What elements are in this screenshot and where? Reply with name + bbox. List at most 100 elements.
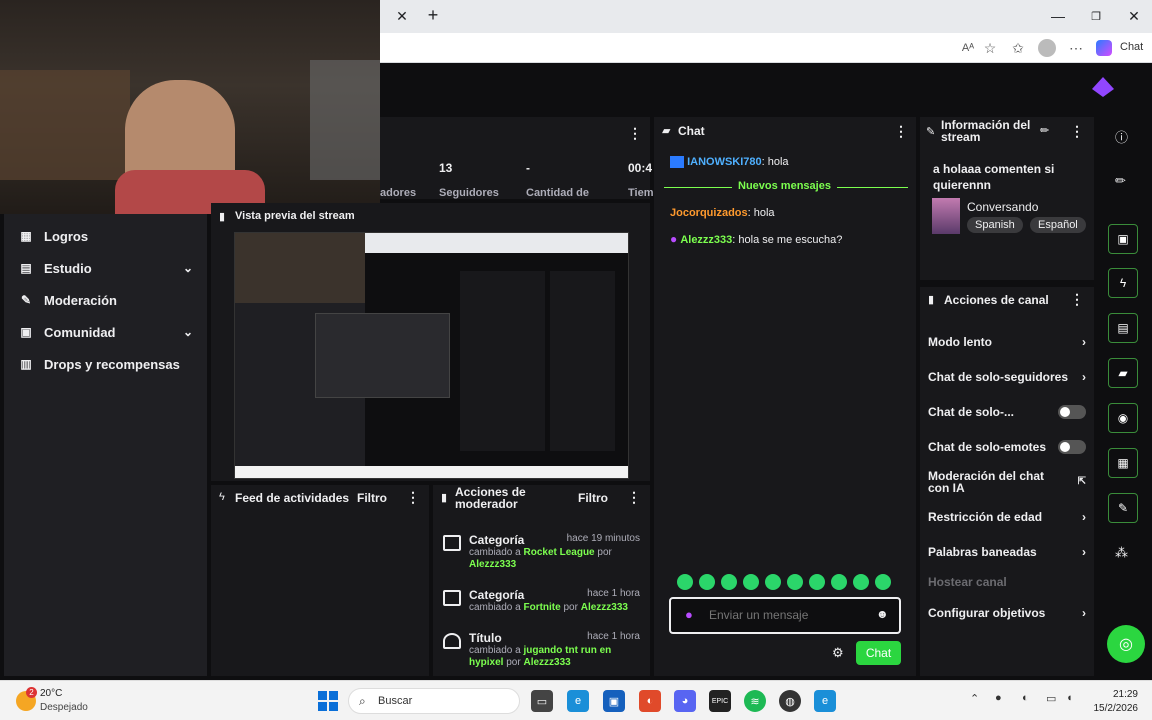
action-banned-words[interactable]: Palabras baneadas › — [920, 534, 1094, 569]
action-configure-goals[interactable]: Configurar objetivos › — [920, 595, 1094, 630]
emote-icon[interactable] — [721, 574, 737, 590]
app-icon[interactable]: ◐ — [639, 690, 661, 712]
profile-avatar[interactable] — [1038, 39, 1056, 57]
emote-icon[interactable] — [787, 574, 803, 590]
read-aloud-icon[interactable]: Aᴬ — [960, 40, 976, 56]
discord-icon[interactable]: ◕ — [674, 690, 696, 712]
chat-settings-gear-icon[interactable]: ⚙ — [832, 645, 844, 661]
windows-start-icon[interactable] — [318, 691, 338, 711]
network-icon[interactable]: ▭ — [1046, 692, 1056, 705]
chat-message-input[interactable] — [709, 605, 869, 625]
new-tab-icon[interactable]: + — [424, 5, 442, 25]
mod-action-user[interactable]: Alezzz333 — [469, 559, 516, 570]
more-options-icon[interactable]: ⋮ — [628, 125, 642, 142]
chat-username[interactable]: Alezzz333 — [680, 234, 732, 246]
sidebar-item-label: Logros — [44, 228, 89, 244]
sidebar-item-moderacion[interactable]: ✎ Moderación — [18, 284, 193, 316]
favorites-icon[interactable]: ✩ — [1010, 40, 1026, 56]
task-view-icon[interactable]: ▭ — [531, 690, 553, 712]
action-age-restriction[interactable]: Restricción de edad › — [920, 499, 1094, 534]
chat-bubble-icon[interactable]: ▰ — [1108, 358, 1138, 388]
emote-icon[interactable] — [831, 574, 847, 590]
close-window-icon[interactable]: ✕ — [1126, 8, 1142, 24]
action-ai-moderation[interactable]: Moderación del chat con IA ⇱ — [920, 464, 1094, 499]
clock-time[interactable]: 21:29 — [1088, 689, 1138, 700]
action-label: Chat de solo-... — [928, 404, 1015, 419]
headset-support-icon[interactable]: ◎ — [1107, 625, 1145, 663]
close-tab-icon[interactable]: ✕ — [394, 8, 410, 24]
emote-icon[interactable] — [743, 574, 759, 590]
volume-icon[interactable]: ◖ — [1066, 692, 1073, 704]
category-name[interactable]: Conversando — [967, 200, 1038, 214]
mod-action-user[interactable]: Alezzz333 — [523, 657, 570, 668]
chevron-down-icon[interactable]: ⌄ — [183, 261, 193, 275]
sidebar-item-drops[interactable]: ▥ Drops y recompensas — [18, 348, 193, 380]
more-options-icon[interactable]: ⋮ — [627, 489, 641, 506]
toggle-switch[interactable] — [1058, 404, 1086, 419]
broadcast-icon[interactable]: ◉ — [1108, 403, 1138, 433]
wrench-icon[interactable]: ✎ — [1108, 493, 1138, 523]
mod-actions-filter-button[interactable]: Filtro — [578, 491, 608, 505]
meet-icon[interactable]: ◐ — [1022, 692, 1029, 704]
action-label: Hostear canal — [928, 575, 1007, 589]
emote-icon[interactable] — [853, 574, 869, 590]
community-icon[interactable]: ⁂ — [1115, 545, 1128, 561]
stream-info-title: Información del stream — [941, 118, 1031, 144]
epic-games-icon[interactable]: EPIC — [709, 690, 731, 712]
mod-action-value[interactable]: Rocket League — [523, 547, 594, 558]
tag-chip[interactable]: Spanish — [967, 217, 1023, 233]
stream-title-text: a holaaa comenten si quierennn — [933, 162, 1055, 192]
toggle-switch[interactable] — [1058, 439, 1086, 454]
spotify-icon[interactable]: ≋ — [744, 690, 766, 712]
chevron-down-icon[interactable]: ⌄ — [183, 325, 193, 339]
tray-chevron-up-icon[interactable]: ⌃ — [970, 692, 979, 705]
category-thumbnail[interactable] — [932, 198, 960, 234]
more-options-icon[interactable]: ⋮ — [1070, 291, 1084, 308]
chat-username[interactable]: Jocorquizados — [670, 207, 748, 219]
copilot-icon[interactable] — [1096, 40, 1112, 56]
edit-pencil-icon[interactable]: ✏ — [1115, 173, 1126, 189]
more-options-icon[interactable]: ⋮ — [894, 123, 908, 140]
sidebar-item-comunidad[interactable]: ▣ Comunidad ⌄ — [18, 316, 193, 348]
mod-action-item: Categoría hace 19 minutos cambiado a Roc… — [433, 525, 650, 571]
chat-send-button[interactable]: Chat — [856, 641, 901, 665]
tag-chip[interactable]: Español — [1030, 217, 1086, 233]
mod-action-time: hace 1 hora — [587, 588, 640, 599]
lightning-icon[interactable]: ϟ — [1108, 268, 1138, 298]
info-icon[interactable]: ⓘ — [1115, 127, 1128, 146]
favorite-star-icon[interactable]: ☆ — [982, 40, 998, 56]
more-options-icon[interactable]: ⋮ — [406, 489, 420, 506]
edge-icon[interactable]: e — [567, 690, 589, 712]
more-options-icon[interactable]: ⋮ — [1070, 123, 1084, 140]
mod-action-value[interactable]: Fortnite — [523, 602, 560, 613]
stream-preview-video[interactable] — [234, 232, 629, 479]
store-icon[interactable]: ▣ — [603, 690, 625, 712]
brand-logo-icon[interactable] — [1092, 77, 1114, 97]
emote-icon[interactable] — [699, 574, 715, 590]
action-solo-seguidores[interactable]: Chat de solo-seguidores › — [920, 359, 1094, 394]
screenshot-icon[interactable]: ▣ — [1108, 224, 1138, 254]
mic-tray-icon[interactable]: ● — [995, 692, 1002, 704]
clock-date[interactable]: 15/2/2026 — [1080, 703, 1139, 714]
minimize-icon[interactable]: — — [1050, 8, 1066, 24]
emote-icon[interactable] — [765, 574, 781, 590]
emote-icon[interactable] — [875, 574, 891, 590]
maximize-icon[interactable]: ❐ — [1088, 8, 1104, 24]
sidebar-item-logros[interactable]: ▦ Logros — [18, 220, 193, 252]
emote-icon[interactable] — [677, 574, 693, 590]
edit-pencil-icon[interactable]: ✏ — [1040, 124, 1049, 137]
activity-filter-button[interactable]: Filtro — [357, 491, 387, 505]
layout-icon[interactable]: ▦ — [1108, 448, 1138, 478]
sidebar-item-estudio[interactable]: ▤ Estudio ⌄ — [18, 252, 193, 284]
more-menu-icon[interactable]: ⋯ — [1068, 40, 1084, 56]
mic-icon[interactable]: ● — [685, 607, 693, 622]
emoji-picker-icon[interactable]: ☻ — [876, 607, 889, 621]
taskbar-search[interactable]: ⌕ Buscar — [348, 688, 520, 714]
obs-icon[interactable]: ◍ — [779, 690, 801, 712]
chat-username[interactable]: IANOWSKI780 — [687, 156, 762, 168]
emote-icon[interactable] — [809, 574, 825, 590]
notes-icon[interactable]: ▤ — [1108, 313, 1138, 343]
action-modo-lento[interactable]: Modo lento › — [920, 324, 1094, 359]
edge-active-icon[interactable]: e — [814, 690, 836, 712]
mod-action-user[interactable]: Alezzz333 — [581, 602, 628, 613]
